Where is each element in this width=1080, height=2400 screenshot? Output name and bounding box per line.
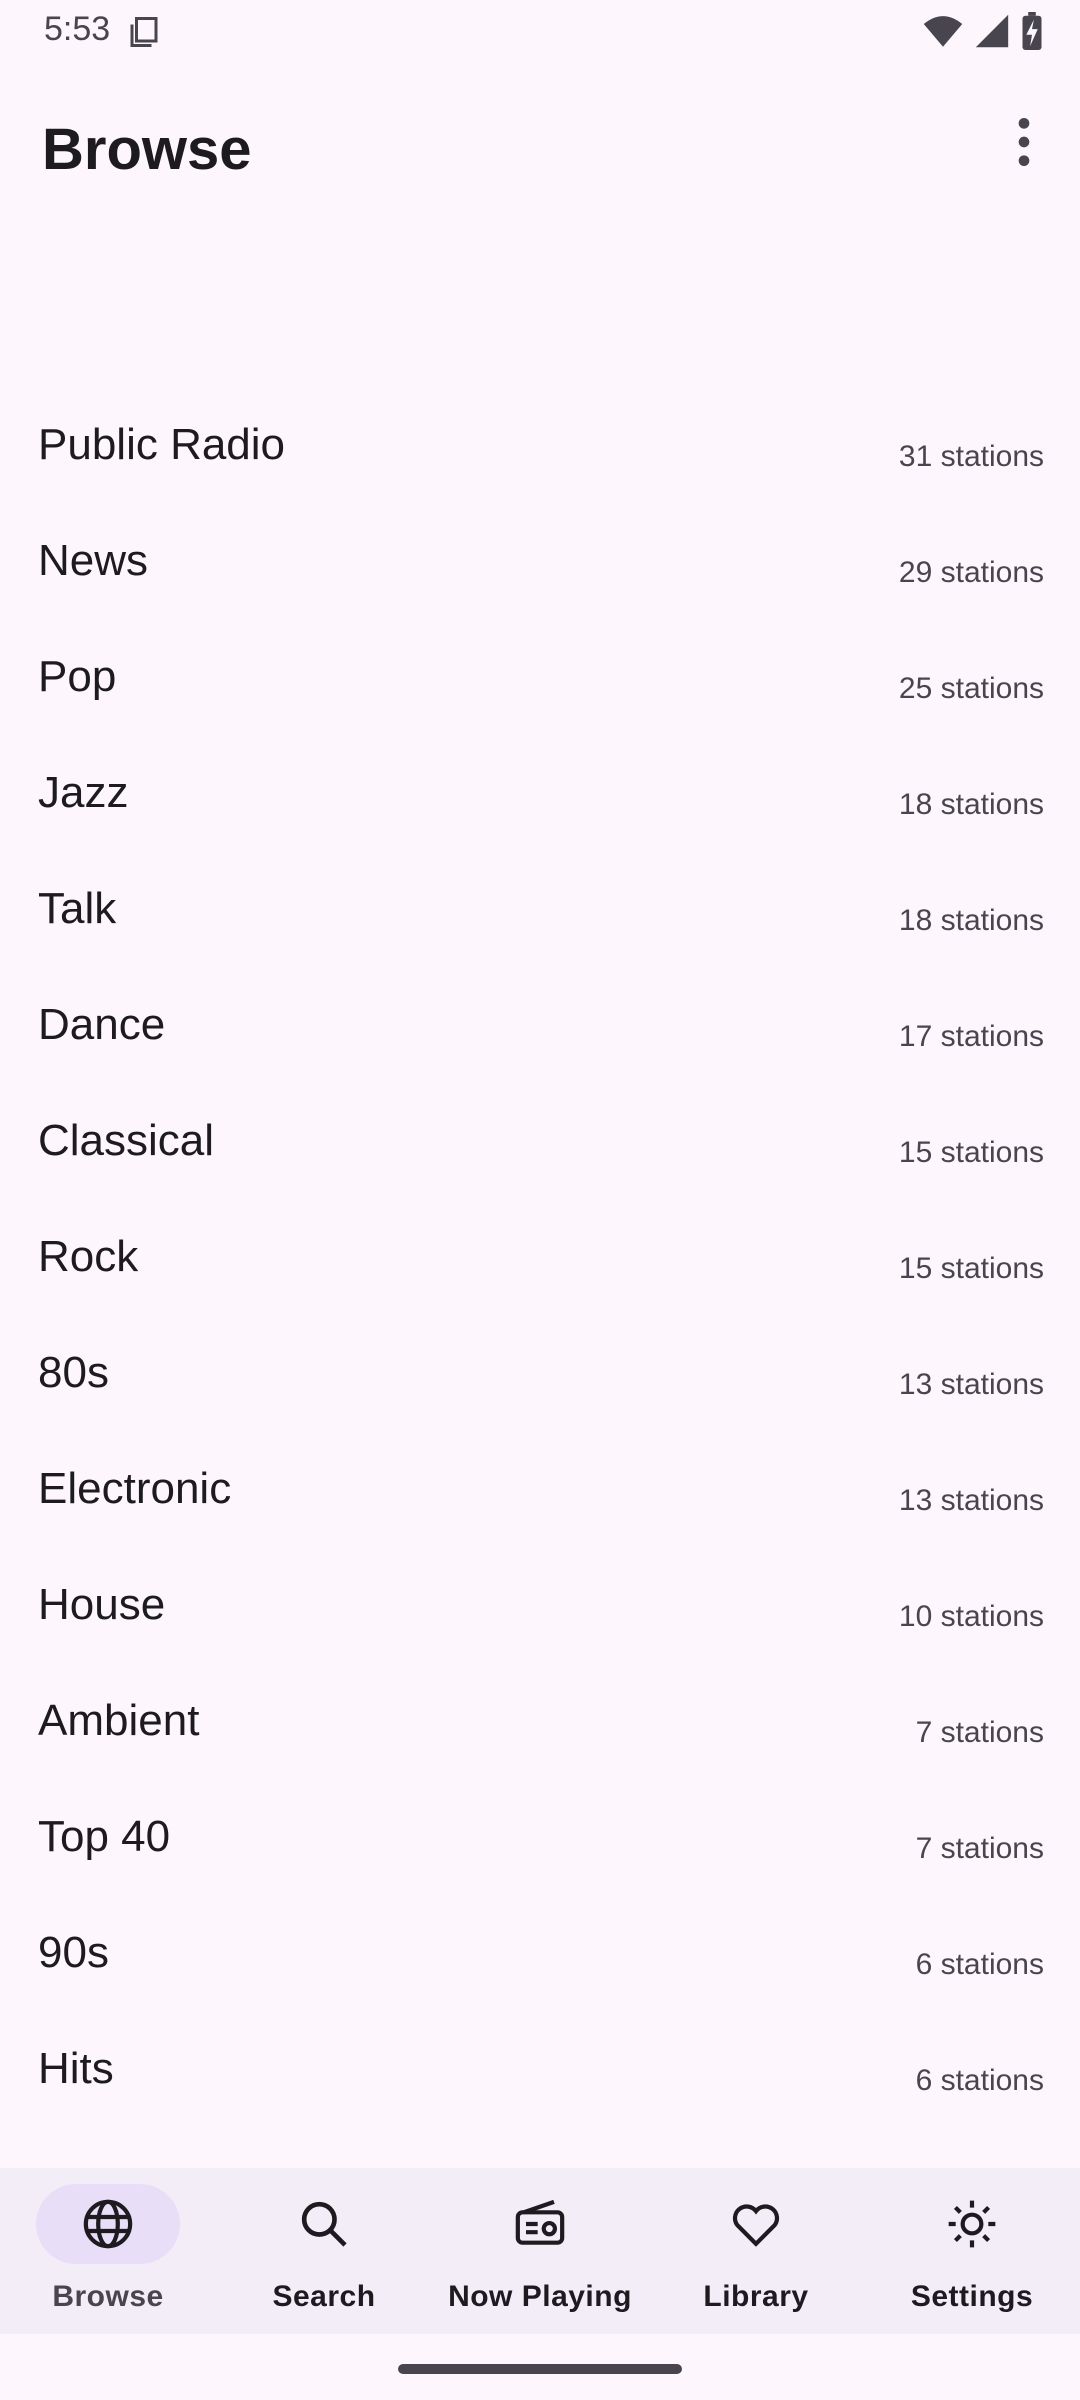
genre-list-item[interactable]: News 29 stations xyxy=(0,516,1080,632)
radio-icon xyxy=(468,2184,612,2264)
genre-list-item[interactable]: Electronic 13 stations xyxy=(0,1444,1080,1560)
genre-name: Classical xyxy=(38,1116,215,1165)
genre-list-item[interactable]: Rock 15 stations xyxy=(0,1212,1080,1328)
nav-item-browse[interactable]: Browse xyxy=(0,2168,216,2334)
brightness-icon xyxy=(900,2184,1044,2264)
wifi-icon xyxy=(922,13,964,49)
genre-name: 90s xyxy=(38,1928,109,1977)
nav-item-library[interactable]: Library xyxy=(648,2168,864,2334)
status-bar: 5:53 xyxy=(0,0,1080,60)
station-count: 13 stations xyxy=(898,1368,1044,1401)
station-count: 15 stations xyxy=(898,1252,1044,1285)
genre-list-item[interactable]: Hits 6 stations xyxy=(0,2024,1080,2140)
more-options-button[interactable] xyxy=(992,110,1056,174)
genre-list-item[interactable]: Dance 17 stations xyxy=(0,980,1080,1096)
genre-name: Pop xyxy=(38,652,117,701)
screenshot-notification-icon xyxy=(126,14,162,50)
bottom-navigation: Browse Search Now Playing Library Settings xyxy=(0,2168,1080,2334)
genre-list-item[interactable]: Public Radio 31 stations xyxy=(0,400,1080,516)
station-count: 18 stations xyxy=(898,904,1044,937)
station-count: 7 stations xyxy=(915,1716,1044,1749)
genre-list-item[interactable]: Top 40 7 stations xyxy=(0,1792,1080,1908)
genre-name: Hits xyxy=(38,2044,114,2093)
nav-label: Browse xyxy=(52,2280,164,2313)
genre-name: Rock xyxy=(38,1232,139,1281)
genre-list-item[interactable]: Ambient 7 stations xyxy=(0,1676,1080,1792)
nav-item-now-playing[interactable]: Now Playing xyxy=(432,2168,648,2334)
nav-item-settings[interactable]: Settings xyxy=(864,2168,1080,2334)
station-count: 29 stations xyxy=(898,556,1044,589)
nav-label: Search xyxy=(272,2280,376,2313)
nav-item-search[interactable]: Search xyxy=(216,2168,432,2334)
genre-list-item[interactable]: 80s 13 stations xyxy=(0,1328,1080,1444)
genre-name: Talk xyxy=(38,884,117,933)
battery-charging-icon xyxy=(1020,12,1044,50)
genre-name: Public Radio xyxy=(38,420,286,469)
station-count: 7 stations xyxy=(915,1832,1044,1865)
nav-label: Settings xyxy=(910,2280,1034,2313)
nav-label: Now Playing xyxy=(448,2280,632,2313)
heart-icon xyxy=(684,2184,828,2264)
station-count: 15 stations xyxy=(898,1136,1044,1169)
nav-label: Library xyxy=(703,2280,809,2313)
genre-name: News xyxy=(38,536,149,585)
station-count: 13 stations xyxy=(898,1484,1044,1517)
station-count: 31 stations xyxy=(898,440,1044,473)
status-time: 5:53 xyxy=(44,10,111,48)
station-count: 25 stations xyxy=(898,672,1044,705)
genre-list-item[interactable]: Classical 15 stations xyxy=(0,1096,1080,1212)
genre-name: Dance xyxy=(38,1000,166,1049)
more-vert-icon xyxy=(1018,118,1030,166)
station-count: 10 stations xyxy=(898,1600,1044,1633)
genre-list-item[interactable]: House 10 stations xyxy=(0,1560,1080,1676)
genre-list-item[interactable]: Jazz 18 stations xyxy=(0,748,1080,864)
station-count: 17 stations xyxy=(898,1020,1044,1053)
genre-name: Jazz xyxy=(38,768,129,817)
genre-name: Electronic xyxy=(38,1464,232,1513)
genre-list-item[interactable]: Pop 25 stations xyxy=(0,632,1080,748)
genre-name: 80s xyxy=(38,1348,109,1397)
page-title: Browse xyxy=(42,117,252,182)
search-icon xyxy=(252,2184,396,2264)
gesture-navigation-bar[interactable] xyxy=(398,2364,682,2374)
genre-name: Ambient xyxy=(38,1696,200,1745)
genre-name: House xyxy=(38,1580,166,1629)
station-count: 18 stations xyxy=(898,788,1044,821)
top-app-bar: Browse xyxy=(0,90,1080,210)
genre-list-item[interactable]: 90s 6 stations xyxy=(0,1908,1080,2024)
globe-icon xyxy=(36,2184,180,2264)
genre-name: Top 40 xyxy=(38,1812,171,1861)
cell-signal-icon xyxy=(974,13,1010,49)
station-count: 6 stations xyxy=(915,1948,1044,1981)
genre-list: Public Radio 31 stations News 29 stations Po… xyxy=(0,400,1080,2140)
station-count: 6 stations xyxy=(915,2064,1044,2097)
genre-list-item[interactable]: Talk 18 stations xyxy=(0,864,1080,980)
